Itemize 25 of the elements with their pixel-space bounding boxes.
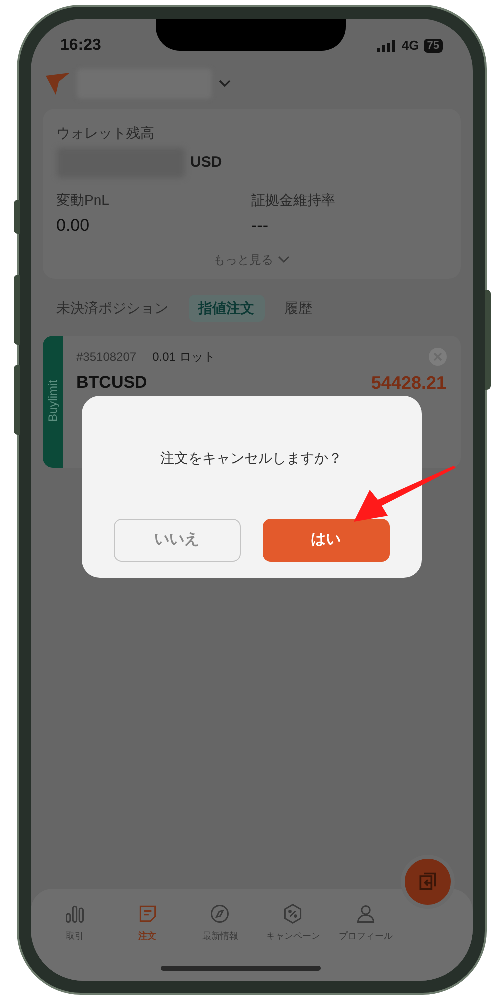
network-label: 4G bbox=[402, 37, 420, 56]
tab[interactable]: 未決済ポジション bbox=[56, 294, 168, 322]
stat-label: 変動PnL bbox=[56, 191, 110, 210]
order-lots: 0.01 ロット bbox=[152, 348, 216, 366]
order-side-tag: Buylimit bbox=[42, 336, 62, 468]
stat-value: --- bbox=[252, 215, 270, 237]
status-time: 16:23 bbox=[60, 36, 102, 56]
logo-icon bbox=[44, 71, 70, 97]
stat-value: 0.00 bbox=[56, 215, 91, 237]
chevron-down-icon bbox=[218, 79, 232, 89]
stat-label: 証拠金維持率 bbox=[252, 191, 336, 210]
dialog-message: 注文をキャンセルしますか？ bbox=[160, 449, 342, 468]
chevron-down-icon bbox=[278, 256, 290, 264]
order-symbol: BTCUSD bbox=[76, 372, 148, 394]
nav-item[interactable]: 注文 bbox=[111, 903, 184, 981]
tab[interactable]: 指値注文 bbox=[188, 294, 264, 322]
tab[interactable]: 履歴 bbox=[284, 294, 312, 322]
currency-label: USD bbox=[190, 152, 222, 173]
wallet-label: ウォレット残高 bbox=[56, 124, 156, 143]
battery-level: 75 bbox=[424, 39, 442, 53]
signal-icon bbox=[376, 40, 397, 52]
cancel-button[interactable]: いいえ bbox=[114, 519, 240, 562]
confirm-button[interactable]: はい bbox=[262, 519, 390, 562]
order-id: #35108207 bbox=[76, 348, 137, 366]
order-price: 54428.21 bbox=[371, 372, 446, 394]
